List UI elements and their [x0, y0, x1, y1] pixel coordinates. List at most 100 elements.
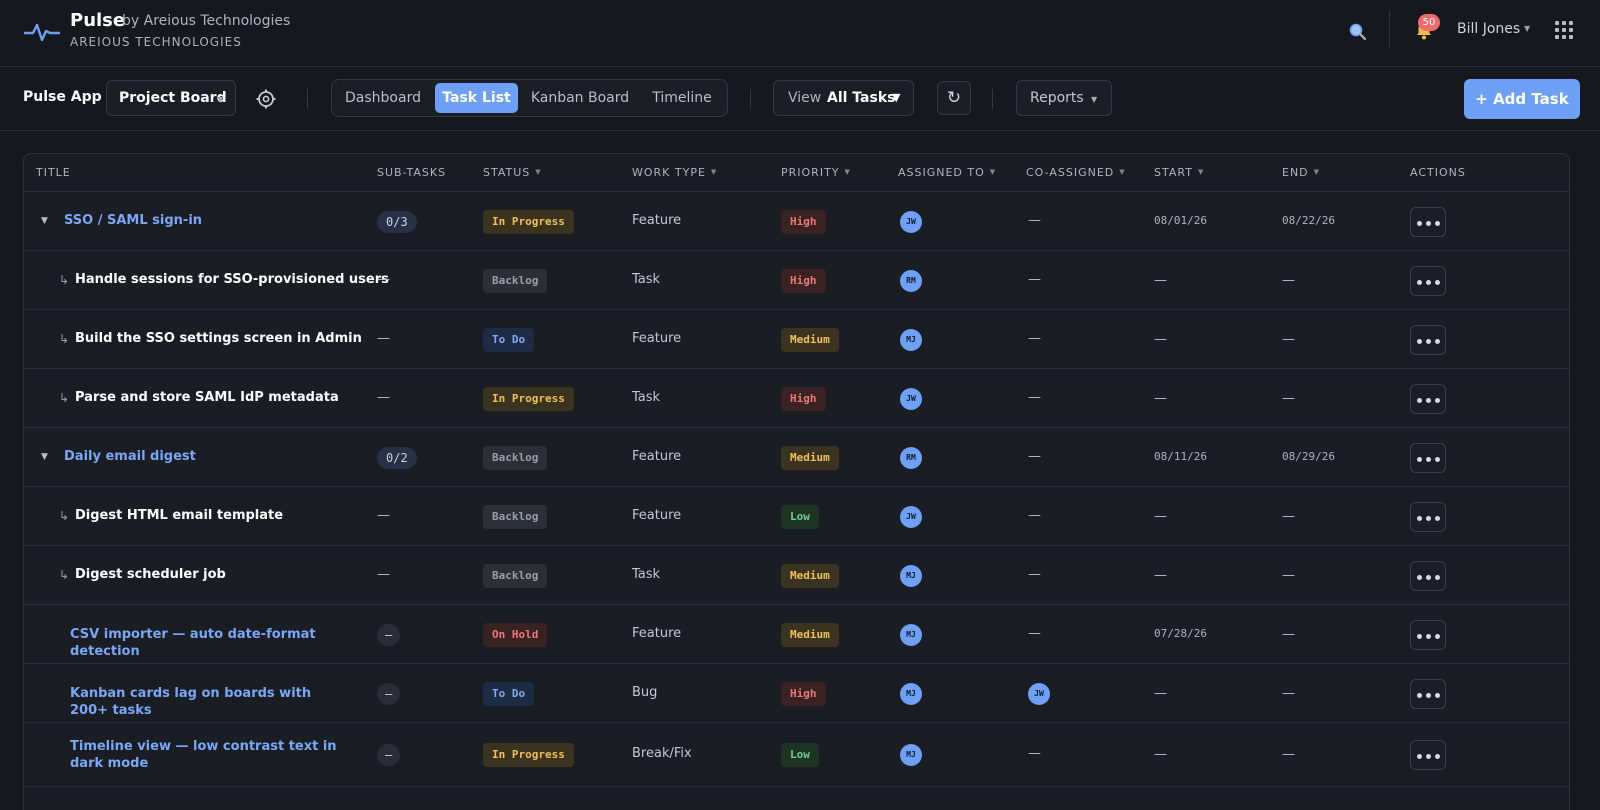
table-row[interactable]: ↳ Build the SSO settings screen in Admin —…: [24, 310, 1569, 369]
row-actions-button[interactable]: [1410, 325, 1446, 355]
table-row[interactable]: ▼ Daily email digest 0/2 Backlog Feature Medi…: [24, 428, 1569, 487]
column-co-assigned[interactable]: CO-ASSIGNED ▼: [1026, 166, 1126, 179]
assignee-avatar[interactable]: RM: [900, 270, 922, 292]
status-badge[interactable]: In Progress: [483, 387, 574, 411]
gear-icon[interactable]: [255, 88, 277, 110]
task-title-link[interactable]: Daily email digest: [64, 449, 196, 464]
task-title-link[interactable]: SSO / SAML sign-in: [64, 213, 202, 228]
column-end[interactable]: END ▼: [1282, 166, 1320, 179]
status-badge[interactable]: Backlog: [483, 269, 548, 293]
co-assignee-empty: —: [1028, 567, 1041, 582]
add-task-button[interactable]: + Add Task: [1464, 79, 1580, 119]
row-actions-button[interactable]: [1410, 502, 1446, 532]
co-assignee-avatar[interactable]: JW: [1028, 683, 1050, 705]
subtask-title-link[interactable]: Handle sessions for SSO-provisioned user…: [75, 272, 389, 287]
more-dots-icon: [1426, 398, 1431, 403]
view-tabs: Dashboard Task List Kanban Board Timelin…: [331, 79, 728, 117]
priority-badge[interactable]: High: [781, 210, 826, 234]
status-badge[interactable]: Backlog: [483, 505, 548, 529]
scrollbar[interactable]: [1592, 135, 1600, 810]
priority-badge[interactable]: High: [781, 682, 826, 706]
subtask-title-link[interactable]: Parse and store SAML IdP metadata: [75, 390, 339, 405]
priority-badge[interactable]: Low: [781, 743, 819, 767]
search-icon[interactable]: [1348, 22, 1368, 42]
table-row[interactable]: [24, 787, 1569, 810]
priority-badge[interactable]: Low: [781, 505, 819, 529]
tab-task-list[interactable]: Task List: [435, 83, 518, 113]
column-title[interactable]: TITLE: [36, 166, 71, 179]
row-actions-button[interactable]: [1410, 740, 1446, 770]
status-badge[interactable]: On Hold: [483, 623, 548, 647]
priority-badge[interactable]: Medium: [781, 328, 839, 352]
view-filter-select[interactable]: View All Tasks ▼: [773, 80, 914, 116]
apps-grid-icon[interactable]: [1555, 21, 1573, 39]
assignee-avatar[interactable]: JW: [900, 506, 922, 528]
task-title-link[interactable]: Timeline view — low contrast text in dar…: [70, 738, 350, 772]
tab-kanban-board[interactable]: Kanban Board: [525, 83, 635, 113]
row-actions-button[interactable]: [1410, 561, 1446, 591]
assignee-avatar[interactable]: MJ: [900, 624, 922, 646]
status-badge[interactable]: To Do: [483, 682, 535, 706]
toolbar-divider: [307, 89, 308, 109]
end-date: —: [1282, 568, 1295, 583]
priority-badge[interactable]: Medium: [781, 623, 839, 647]
assignee-avatar[interactable]: JW: [900, 388, 922, 410]
subtask-title-link[interactable]: Digest HTML email template: [75, 508, 283, 523]
row-actions-button[interactable]: [1410, 266, 1446, 296]
subtask-title-link[interactable]: Digest scheduler job: [75, 567, 226, 582]
assignee-avatar[interactable]: JW: [900, 211, 922, 233]
column-assigned-to[interactable]: ASSIGNED TO ▼: [898, 166, 996, 179]
priority-badge[interactable]: High: [781, 387, 826, 411]
reports-menu-button[interactable]: Reports ▼: [1016, 80, 1112, 116]
user-menu[interactable]: Bill Jones: [1457, 21, 1520, 37]
status-badge[interactable]: To Do: [483, 328, 535, 352]
end-date: —: [1282, 273, 1295, 288]
priority-badge[interactable]: Medium: [781, 564, 839, 588]
status-badge[interactable]: Backlog: [483, 446, 548, 470]
column-work-type[interactable]: WORK TYPE ▼: [632, 166, 717, 179]
row-actions-button[interactable]: [1410, 443, 1446, 473]
user-caret-icon[interactable]: ▼: [1524, 24, 1530, 33]
subtask-count: —: [377, 390, 390, 405]
tab-timeline[interactable]: Timeline: [642, 83, 722, 113]
table-row[interactable]: ↳ Digest HTML email template — Backlog Featu…: [24, 487, 1569, 546]
row-actions-button[interactable]: [1410, 679, 1446, 709]
subtask-title-link[interactable]: Build the SSO settings screen in Admin: [75, 331, 362, 346]
table-row[interactable]: ↳ Parse and store SAML IdP metadata — In Pr…: [24, 369, 1569, 428]
refresh-button[interactable]: ↻: [937, 81, 971, 115]
column-priority[interactable]: PRIORITY ▼: [781, 166, 851, 179]
status-badge[interactable]: In Progress: [483, 743, 574, 767]
table-row[interactable]: Timeline view — low contrast text in dar…: [24, 723, 1569, 787]
expand-toggle-icon[interactable]: ▼: [41, 452, 48, 462]
more-dots-icon: [1417, 634, 1422, 639]
expand-toggle-icon[interactable]: ▼: [41, 216, 48, 226]
end-date: 08/29/26: [1282, 450, 1335, 463]
status-badge[interactable]: Backlog: [483, 564, 548, 588]
task-title-link[interactable]: CSV importer — auto date-format detectio…: [70, 626, 350, 660]
assignee-avatar[interactable]: RM: [900, 447, 922, 469]
end-date: —: [1282, 627, 1295, 642]
more-dots-icon: [1417, 754, 1422, 759]
sort-icon: ▼: [1313, 168, 1321, 176]
assignee-avatar[interactable]: MJ: [900, 565, 922, 587]
assignee-avatar[interactable]: MJ: [900, 329, 922, 351]
row-actions-button[interactable]: [1410, 620, 1446, 650]
status-badge[interactable]: In Progress: [483, 210, 574, 234]
assignee-avatar[interactable]: MJ: [900, 683, 922, 705]
priority-badge[interactable]: Medium: [781, 446, 839, 470]
task-title-link[interactable]: Kanban cards lag on boards with 200+ tas…: [70, 685, 350, 719]
table-row[interactable]: ↳ Digest scheduler job — Backlog Task Medium M…: [24, 546, 1569, 605]
table-row[interactable]: ▼ SSO / SAML sign-in 0/3 In Progress Feature…: [24, 192, 1569, 251]
tab-dashboard[interactable]: Dashboard: [338, 83, 428, 113]
table-row[interactable]: CSV importer — auto date-format detectio…: [24, 605, 1569, 664]
row-actions-button[interactable]: [1410, 207, 1446, 237]
table-row[interactable]: Kanban cards lag on boards with 200+ tas…: [24, 664, 1569, 723]
project-select[interactable]: Project Board ▼: [106, 80, 236, 116]
table-row[interactable]: ↳ Handle sessions for SSO-provisioned use…: [24, 251, 1569, 310]
row-actions-button[interactable]: [1410, 384, 1446, 414]
column-status[interactable]: STATUS ▼: [483, 166, 542, 179]
column-start[interactable]: START ▼: [1154, 166, 1204, 179]
more-dots-icon: [1435, 280, 1440, 285]
priority-badge[interactable]: High: [781, 269, 826, 293]
assignee-avatar[interactable]: MJ: [900, 744, 922, 766]
